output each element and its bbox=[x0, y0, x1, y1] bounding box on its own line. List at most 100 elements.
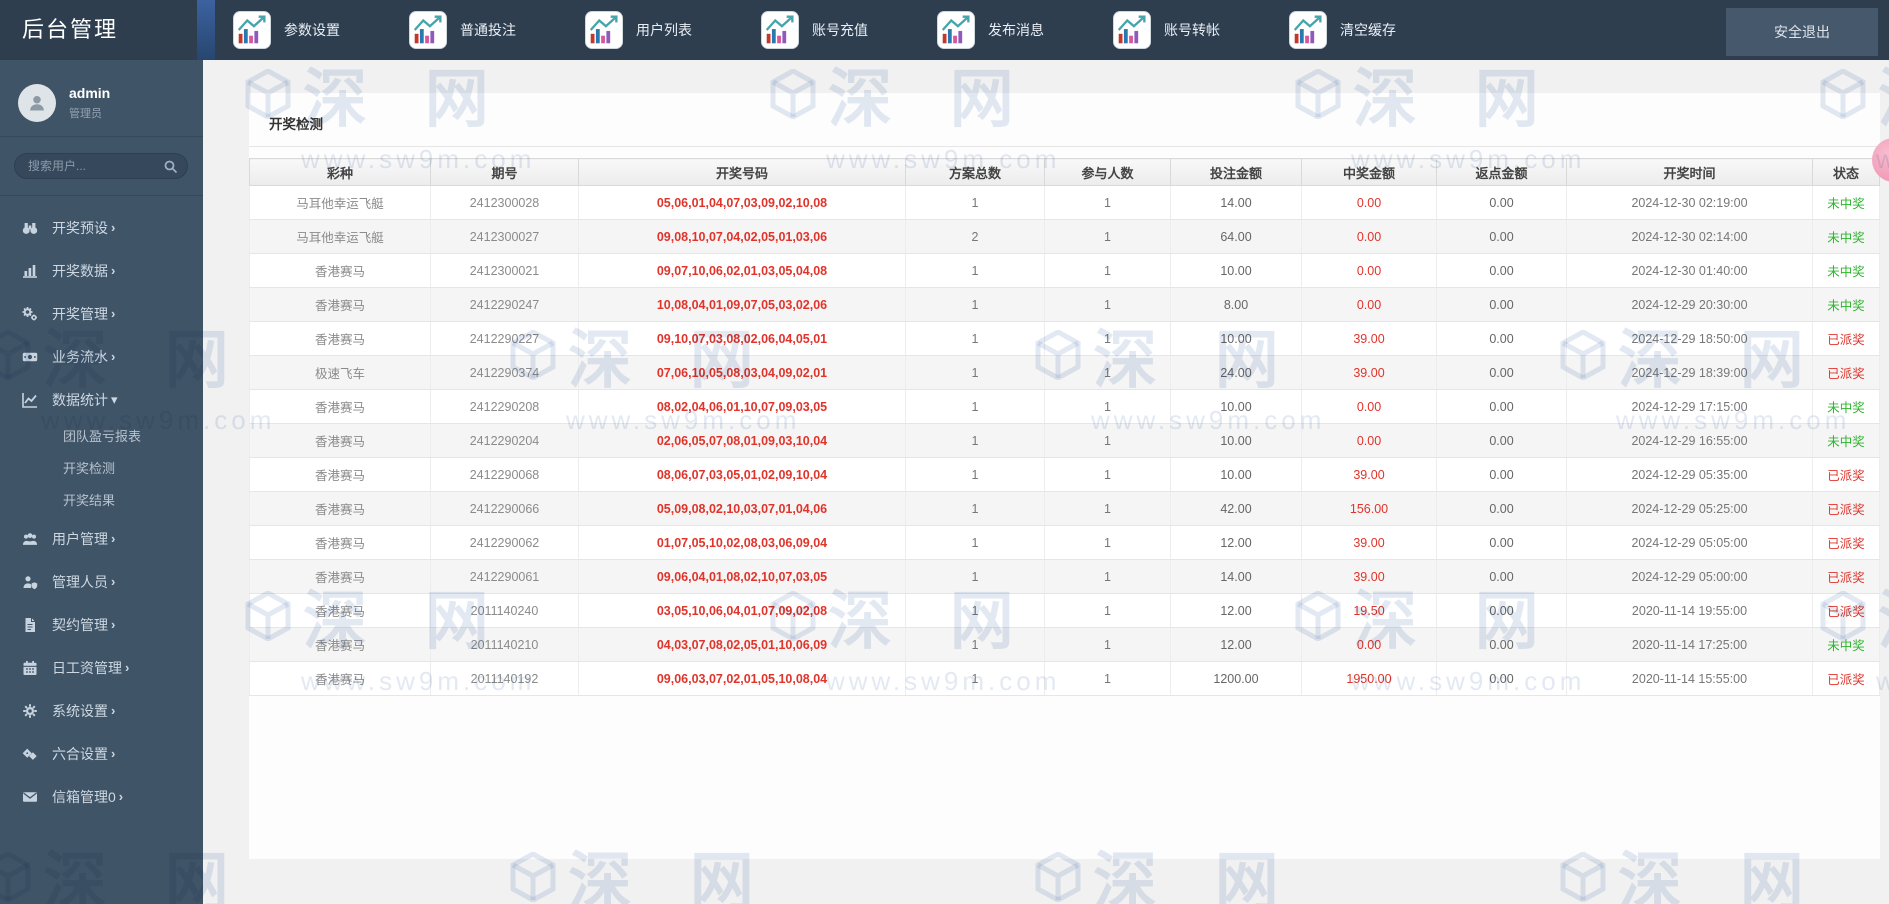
cell-players: 1 bbox=[1044, 627, 1171, 662]
column-header: 投注金额 bbox=[1170, 158, 1302, 186]
cell-lottery: 香港赛马 bbox=[249, 321, 431, 356]
sidebar-item-user-manage[interactable]: 用户管理 › bbox=[0, 517, 203, 560]
chevron-down-icon: ▾ bbox=[111, 391, 118, 407]
nav-item-user-list[interactable]: 用户列表 bbox=[585, 11, 761, 49]
cell-lottery: 香港赛马 bbox=[249, 593, 431, 628]
sidebar-item-admin-staff[interactable]: 管理人员 › bbox=[0, 560, 203, 603]
cell-status: 未中奖 bbox=[1812, 423, 1880, 458]
user-avatar[interactable] bbox=[18, 84, 56, 122]
column-header: 开奖号码 bbox=[578, 158, 906, 186]
sidebar-item-liuhe-settings[interactable]: 六合设置 › bbox=[0, 732, 203, 775]
cell-lottery: 香港赛马 bbox=[249, 457, 431, 492]
table-row: 香港赛马 2412290247 10,08,04,01,09,07,05,03,02… bbox=[249, 287, 1880, 322]
cell-plans: 1 bbox=[905, 287, 1045, 322]
calendar-icon bbox=[22, 660, 40, 676]
sidebar-item-contract-manage[interactable]: 契约管理 › bbox=[0, 603, 203, 646]
cell-numbers: 08,06,07,03,05,01,02,09,10,04 bbox=[578, 457, 906, 492]
top-nav: 参数设置 普通投注 用户列表 账号充值 发布消息 账号转帐 清空缓存 bbox=[233, 0, 1465, 60]
cell-bet: 10.00 bbox=[1170, 321, 1302, 356]
sidebar-item-system-settings[interactable]: 系统设置 › bbox=[0, 689, 203, 732]
cell-time: 2020-11-14 17:25:00 bbox=[1566, 627, 1813, 662]
cell-bet: 12.00 bbox=[1170, 627, 1302, 662]
cell-rebate: 0.00 bbox=[1436, 355, 1567, 390]
sidebar-subitem-team-report[interactable]: 团队盈亏报表 bbox=[0, 421, 203, 453]
cell-numbers: 09,10,07,03,08,02,06,04,05,01 bbox=[578, 321, 906, 356]
chevron-right-icon: › bbox=[111, 746, 116, 761]
cell-status: 未中奖 bbox=[1812, 627, 1880, 662]
column-header: 状态 bbox=[1812, 158, 1880, 186]
nav-item-params-settings[interactable]: 参数设置 bbox=[233, 11, 409, 49]
cell-win: 156.00 bbox=[1301, 491, 1437, 526]
cell-time: 2024-12-29 16:55:00 bbox=[1566, 423, 1813, 458]
nav-item-clear-cache[interactable]: 清空缓存 bbox=[1289, 11, 1465, 49]
cell-lottery: 香港赛马 bbox=[249, 559, 431, 594]
chevron-right-icon: › bbox=[111, 306, 116, 321]
search-input[interactable] bbox=[15, 154, 183, 178]
sidebar-subitem-draw-result[interactable]: 开奖结果 bbox=[0, 485, 203, 517]
cell-period: 2412290066 bbox=[430, 491, 579, 526]
table-row: 香港赛马 2412290227 09,10,07,03,08,02,06,04,05… bbox=[249, 321, 1880, 356]
cell-status: 已派奖 bbox=[1812, 593, 1880, 628]
sidebar-item-daily-wage[interactable]: 日工资管理 › bbox=[0, 646, 203, 689]
sidebar-item-label: 用户管理 bbox=[52, 530, 108, 547]
sidebar-item-draw-preset[interactable]: 开奖预设 › bbox=[0, 206, 203, 249]
sidebar-item-mailbox-manage[interactable]: 信箱管理0 › bbox=[0, 775, 203, 818]
search-icon[interactable] bbox=[163, 159, 179, 175]
cell-rebate: 0.00 bbox=[1436, 457, 1567, 492]
cell-players: 1 bbox=[1044, 185, 1171, 220]
sidebar-item-business-flow[interactable]: 业务流水 › bbox=[0, 335, 203, 378]
cell-players: 1 bbox=[1044, 287, 1171, 322]
cell-status: 已派奖 bbox=[1812, 355, 1880, 390]
cell-plans: 1 bbox=[905, 321, 1045, 356]
sidebar: admin 管理员 开奖预设›开奖数据›开奖管理›业务流水›数据统计▾团队盈亏报… bbox=[0, 60, 203, 904]
column-header: 彩种 bbox=[249, 158, 431, 186]
cell-numbers: 07,06,10,05,08,03,04,09,02,01 bbox=[578, 355, 906, 390]
table-row: 马耳他幸运飞艇 2412300027 09,08,10,07,04,02,05,01… bbox=[249, 219, 1880, 254]
sidebar-item-draw-data[interactable]: 开奖数据 › bbox=[0, 249, 203, 292]
cell-period: 2412290208 bbox=[430, 389, 579, 424]
logout-button[interactable]: 安全退出 bbox=[1726, 8, 1878, 56]
results-table: 彩种 期号 开奖号码 方案总数 参与人数 投注金额 中奖金额 返点金额 开奖时间 状态 马耳他幸运… bbox=[249, 158, 1880, 696]
cell-rebate: 0.00 bbox=[1436, 423, 1567, 458]
cell-plans: 1 bbox=[905, 593, 1045, 628]
cell-win: 0.00 bbox=[1301, 185, 1437, 220]
cell-period: 2412290062 bbox=[430, 525, 579, 560]
cell-lottery: 马耳他幸运飞艇 bbox=[249, 219, 431, 254]
sidebar-subitem-draw-check[interactable]: 开奖检测 bbox=[0, 453, 203, 485]
cell-plans: 2 bbox=[905, 219, 1045, 254]
cell-numbers: 05,09,08,02,10,03,07,01,04,06 bbox=[578, 491, 906, 526]
cell-time: 2024-12-29 05:00:00 bbox=[1566, 559, 1813, 594]
sidebar-item-draw-manage[interactable]: 开奖管理 › bbox=[0, 292, 203, 335]
cell-bet: 10.00 bbox=[1170, 253, 1302, 288]
chevron-right-icon: › bbox=[118, 789, 124, 804]
cell-status: 未中奖 bbox=[1812, 185, 1880, 220]
cell-plans: 1 bbox=[905, 355, 1045, 390]
app-title: 后台管理 bbox=[22, 17, 119, 42]
cell-lottery: 香港赛马 bbox=[249, 423, 431, 458]
cell-period: 2011140192 bbox=[430, 661, 579, 696]
nav-item-account-recharge[interactable]: 账号充值 bbox=[761, 11, 937, 49]
cell-numbers: 10,08,04,01,09,07,05,03,02,06 bbox=[578, 287, 906, 322]
nav-item-label: 普通投注 bbox=[460, 22, 516, 38]
nav-item-publish-message[interactable]: 发布消息 bbox=[937, 11, 1113, 49]
nav-item-normal-bets[interactable]: 普通投注 bbox=[409, 11, 585, 49]
cell-period: 2412290204 bbox=[430, 423, 579, 458]
user-role: 管理员 bbox=[69, 108, 102, 120]
sidebar-item-data-stats[interactable]: 数据统计 ▾ bbox=[0, 378, 203, 421]
user-name: admin bbox=[69, 85, 111, 101]
sidebar-item-label: 管理人员 bbox=[52, 573, 108, 590]
sidebar-item-label: 六合设置 bbox=[52, 745, 108, 762]
sidebar-item-label: 数据统计 bbox=[52, 391, 108, 408]
cell-win: 39.00 bbox=[1301, 525, 1437, 560]
cell-rebate: 0.00 bbox=[1436, 491, 1567, 526]
cell-status: 已派奖 bbox=[1812, 661, 1880, 696]
cell-win: 39.00 bbox=[1301, 457, 1437, 492]
nav-item-account-transfer[interactable]: 账号转帐 bbox=[1113, 11, 1289, 49]
cell-players: 1 bbox=[1044, 491, 1171, 526]
chevron-right-icon: › bbox=[111, 263, 116, 278]
cell-period: 2412290247 bbox=[430, 287, 579, 322]
cell-bet: 12.00 bbox=[1170, 593, 1302, 628]
cell-players: 1 bbox=[1044, 321, 1171, 356]
cell-time: 2024-12-29 05:25:00 bbox=[1566, 491, 1813, 526]
cell-players: 1 bbox=[1044, 219, 1171, 254]
